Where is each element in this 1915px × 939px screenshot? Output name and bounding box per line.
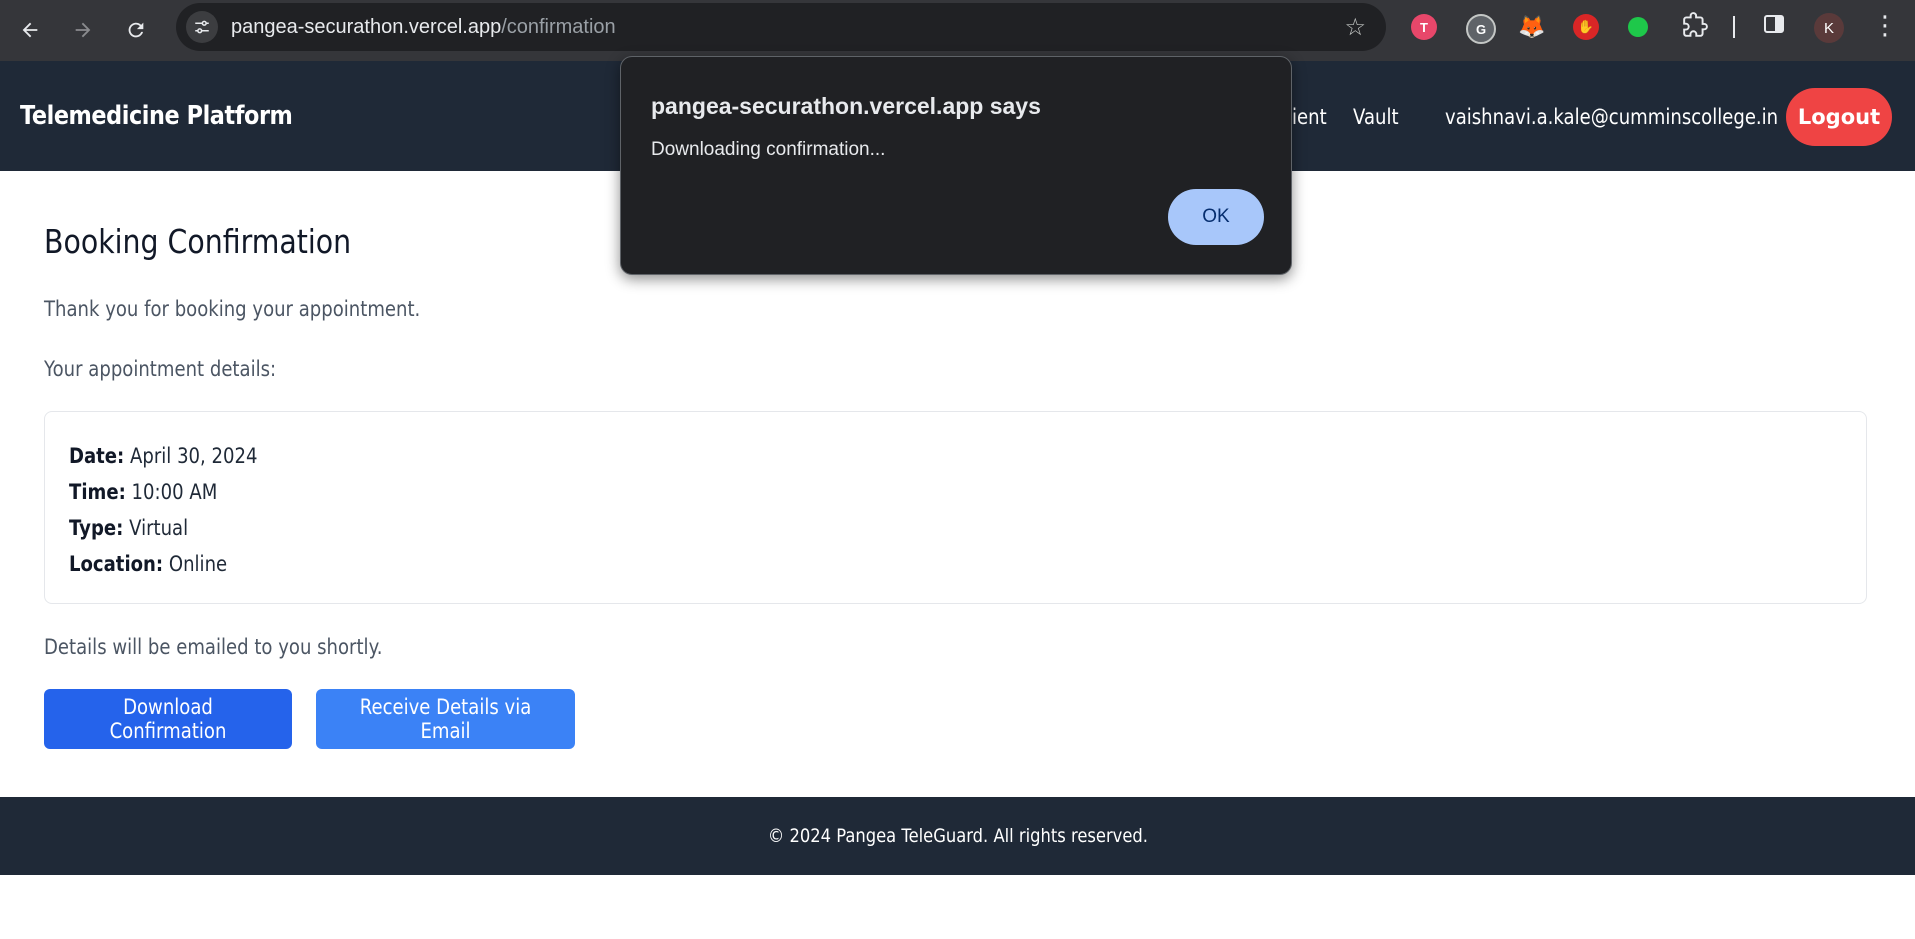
email-button-label: Receive Details via Email [359, 695, 532, 743]
user-email: vaishnavi.a.kale@cumminscollege.in [1445, 105, 1779, 129]
detail-value: April 30, 2024 [130, 444, 258, 468]
reload-icon[interactable] [116, 10, 156, 50]
nav-link-patient[interactable]: ient [1292, 105, 1327, 129]
extension-metamask-icon[interactable]: 🦊 [1518, 14, 1545, 40]
extensions-puzzle-icon[interactable] [1682, 12, 1708, 44]
back-icon[interactable] [10, 10, 50, 50]
footer-copyright-label: © 2024 Pangea TeleGuard. All rights rese… [767, 825, 1148, 847]
extension-grammarly-icon[interactable]: G [1466, 14, 1496, 44]
alert-dialog: pangea-securathon.vercel.app says Downlo… [620, 56, 1292, 275]
address-bar[interactable]: pangea-securathon.vercel.app/confirmatio… [176, 3, 1386, 51]
download-button-label: Download Confirmation [109, 695, 227, 743]
detail-row-time: Time: 10:00 AM [69, 480, 217, 504]
profile-avatar[interactable]: K [1814, 13, 1844, 43]
browser-toolbar: pangea-securathon.vercel.app/confirmatio… [0, 0, 1915, 62]
thank-you-text: Thank you for booking your appointment. [44, 297, 421, 321]
detail-value: Online [168, 552, 228, 576]
url-host: pangea-securathon.vercel.app [231, 16, 502, 38]
dialog-ok-button[interactable]: OK [1168, 189, 1264, 245]
nav-link-vault[interactable]: Vault [1353, 105, 1399, 129]
detail-label: Type: [69, 516, 124, 540]
more-menu-icon[interactable]: ⋮ [1872, 10, 1898, 41]
receive-email-button[interactable]: Receive Details via Email [316, 689, 575, 749]
details-intro-text: Your appointment details: [44, 357, 277, 381]
appointment-details-card: Date: April 30, 2024 Time: 10:00 AM Type… [44, 411, 1867, 604]
page-footer: © 2024 Pangea TeleGuard. All rights rese… [0, 797, 1915, 875]
detail-label: Time: [69, 480, 126, 504]
detail-value: 10:00 AM [131, 480, 218, 504]
bookmark-star-icon[interactable]: ☆ [1344, 13, 1366, 42]
forward-icon[interactable] [63, 10, 103, 50]
detail-label: Location: [69, 552, 164, 576]
side-panel-icon[interactable] [1762, 12, 1786, 42]
footer-copyright: © 2024 Pangea TeleGuard. All rights rese… [0, 825, 1915, 847]
dialog-title: pangea-securathon.vercel.app says [651, 93, 1041, 119]
extension-green-icon[interactable] [1628, 17, 1648, 37]
url-path: /confirmation [501, 16, 616, 38]
detail-value: Virtual [129, 516, 189, 540]
extension-adblock-icon[interactable]: ✋ [1573, 14, 1599, 40]
email-note-text: Details will be emailed to you shortly. [44, 635, 383, 659]
extension-t-icon[interactable]: T [1411, 14, 1437, 40]
toolbar-divider [1733, 16, 1735, 38]
site-info-icon[interactable] [186, 11, 218, 43]
page-title: Booking Confirmation [44, 222, 352, 261]
detail-label: Date: [69, 444, 125, 468]
url-text[interactable]: pangea-securathon.vercel.app/confirmatio… [231, 16, 616, 39]
detail-row-type: Type: Virtual [69, 516, 188, 540]
brand-title[interactable]: Telemedicine Platform [20, 101, 293, 131]
detail-row-location: Location: Online [69, 552, 227, 576]
detail-row-date: Date: April 30, 2024 [69, 444, 258, 468]
download-confirmation-button[interactable]: Download Confirmation [44, 689, 292, 749]
dialog-message: Downloading confirmation... [651, 139, 886, 160]
logout-button[interactable]: Logout [1786, 88, 1892, 146]
